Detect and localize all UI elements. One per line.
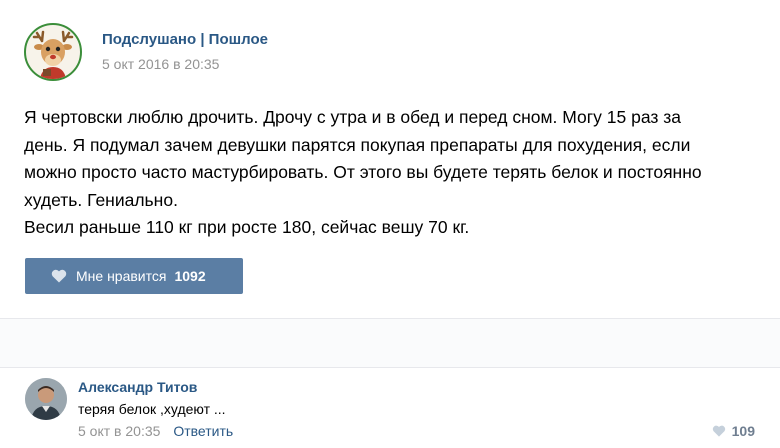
group-avatar[interactable]	[24, 23, 82, 81]
group-name-link[interactable]: Подслушано | Пошлое	[102, 30, 268, 50]
post-text-line: Весил раньше 110 кг при росте 180, сейча…	[24, 217, 470, 237]
comment-like-count: 109	[731, 423, 755, 439]
reply-link[interactable]: Ответить	[173, 423, 233, 439]
post-text-line: худеть. Гениально.	[24, 189, 178, 210]
comment-text: теряя белок ,худеют ...	[78, 401, 226, 417]
post-text-line: Я чертовски люблю дрочить. Дрочу с утра …	[24, 107, 681, 127]
post-text: Я чертовски люблю дрочить. Дрочу с утра …	[24, 104, 744, 242]
comment-date[interactable]: 5 окт в 20:35	[78, 423, 160, 439]
post-text-line: день. Я подумал зачем девушки парятся по…	[24, 134, 691, 155]
commenter-avatar[interactable]	[25, 378, 67, 420]
like-button[interactable]: Мне нравится 1092	[25, 258, 243, 294]
divider	[0, 367, 780, 368]
comments-spacer	[0, 319, 780, 367]
deer-icon	[32, 30, 74, 79]
post-header: Подслушано | Пошлое 5 окт 2016 в 20:35	[24, 20, 268, 84]
comment-like-button[interactable]: 109	[712, 423, 755, 439]
comment-author-link[interactable]: Александр Титов	[78, 379, 197, 395]
post-date[interactable]: 5 окт 2016 в 20:35	[102, 54, 268, 74]
comment-footer: 5 окт в 20:35 Ответить	[78, 423, 233, 439]
like-count: 1092	[174, 268, 206, 284]
heart-icon	[712, 425, 726, 437]
post-meta: Подслушано | Пошлое 5 окт 2016 в 20:35	[102, 30, 268, 74]
heart-icon	[51, 269, 67, 283]
post-text-line: можно просто часто мастурбировать. От эт…	[24, 162, 702, 182]
like-label: Мне нравится	[76, 268, 167, 284]
